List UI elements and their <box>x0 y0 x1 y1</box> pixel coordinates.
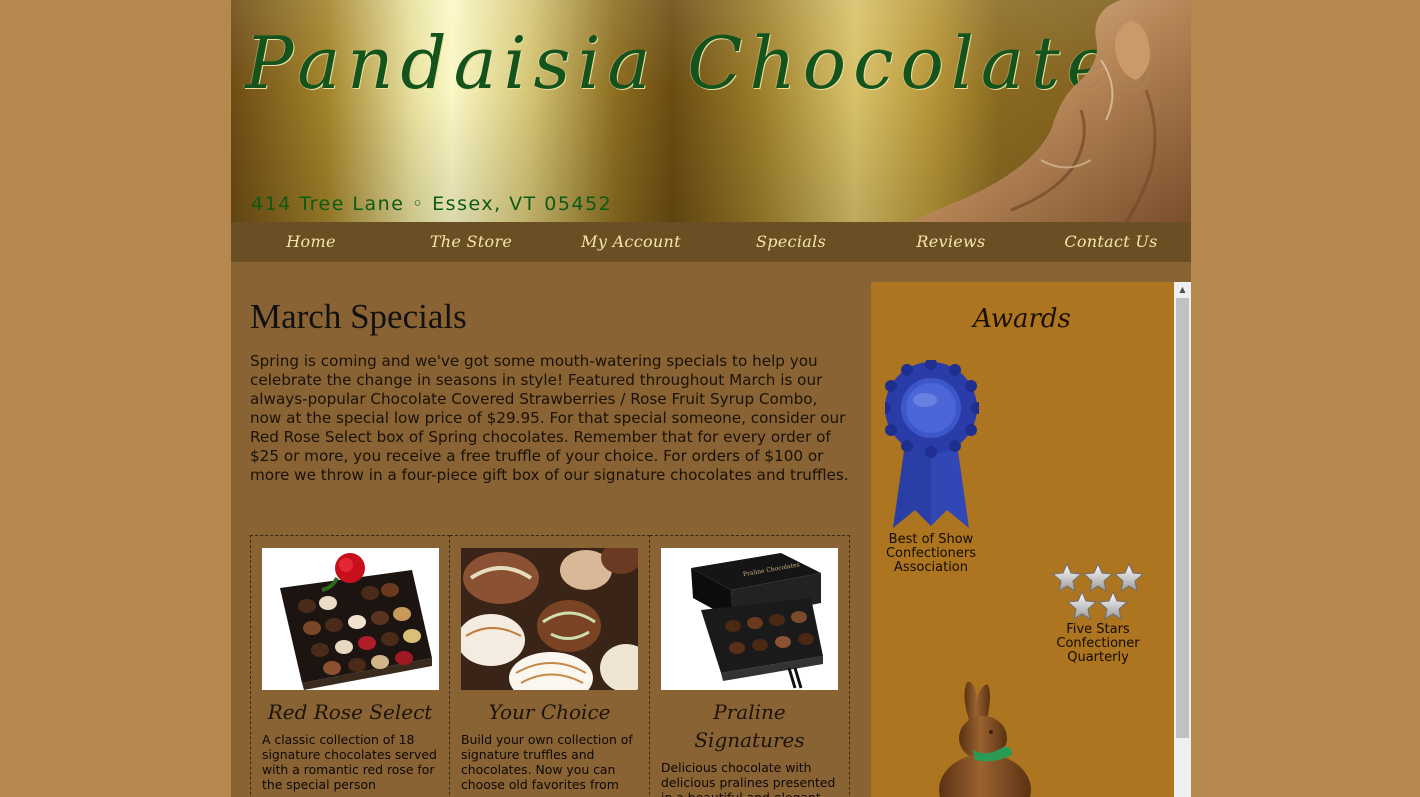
intro-paragraph: Spring is coming and we've got some mout… <box>250 352 849 484</box>
store-address: 414 Tree Lane ◦ Essex, VT 05452 <box>251 193 613 215</box>
product-name[interactable]: Your Choice <box>461 698 638 726</box>
product-image-red-rose-select[interactable] <box>262 548 439 690</box>
product-card: Praline Chocolates Praline Signatures De… <box>650 535 850 797</box>
product-image-your-choice[interactable] <box>461 548 638 690</box>
product-name[interactable]: Praline Signatures <box>661 698 838 754</box>
chocolate-bunny-image <box>939 681 1031 797</box>
award-five-stars: Five Stars Confectioner Quarterly <box>1056 622 1140 665</box>
nav-the-store[interactable]: The Store <box>391 222 551 262</box>
awards-sidebar: Awards Best of Show Confectioners Associ… <box>871 282 1191 797</box>
product-grid: Red Rose Select A classic collection of … <box>250 535 852 797</box>
sidebar-scrollbar[interactable]: ▲ <box>1174 282 1191 797</box>
product-card: Your Choice Build your own collection of… <box>450 535 650 797</box>
scroll-up-arrow-icon[interactable]: ▲ <box>1174 282 1191 298</box>
page-title: March Specials <box>250 297 467 336</box>
page-container: Pandaisia Chocolates 414 Tree Lane ◦ Ess… <box>231 0 1191 797</box>
product-name[interactable]: Red Rose Select <box>262 698 438 726</box>
product-description: Delicious chocolate with delicious prali… <box>661 760 836 797</box>
award-best-of-show: Best of Show Confectioners Association <box>885 532 976 575</box>
reclining-statue-image <box>911 0 1191 222</box>
product-description: A classic collection of 18 signature cho… <box>262 732 437 792</box>
scrollbar-thumb[interactable] <box>1176 298 1189 738</box>
nav-my-account[interactable]: My Account <box>551 222 711 262</box>
awards-title: Awards <box>973 304 1071 334</box>
product-image-praline-signatures[interactable]: Praline Chocolates <box>661 548 838 690</box>
product-description: Build your own collection of signature t… <box>461 732 633 792</box>
header-banner: Pandaisia Chocolates 414 Tree Lane ◦ Ess… <box>231 0 1191 222</box>
product-card: Red Rose Select A classic collection of … <box>250 535 450 797</box>
nav-home[interactable]: Home <box>231 222 391 262</box>
nav-contact-us[interactable]: Contact Us <box>1031 222 1191 262</box>
nav-reviews[interactable]: Reviews <box>871 222 1031 262</box>
nav-specials[interactable]: Specials <box>711 222 871 262</box>
five-stars-icon <box>1052 563 1144 621</box>
blue-ribbon-icon <box>885 360 979 528</box>
main-nav: Home The Store My Account Specials Revie… <box>231 222 1191 262</box>
